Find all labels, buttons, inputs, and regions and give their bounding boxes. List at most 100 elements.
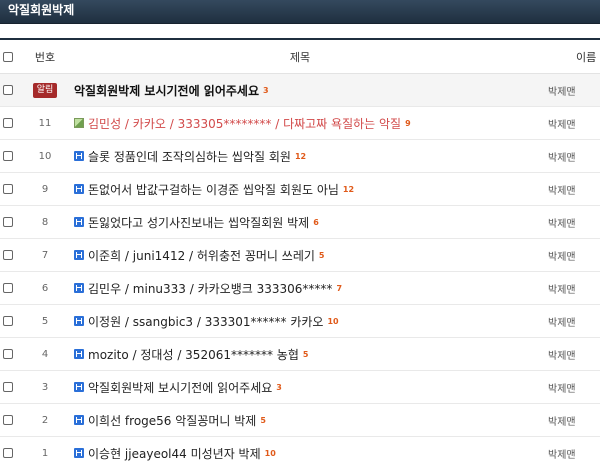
row-checkbox[interactable] — [3, 448, 13, 458]
post-title-link[interactable]: 이정원 / ssangbic3 / 333301****** 카카오 10 — [74, 305, 339, 337]
row-number: 1 — [41, 447, 49, 459]
post-title[interactable]: 돈없어서 밥값구걸하는 이경준 씹악질 회원도 아님 — [88, 181, 339, 198]
row-number: 8 — [41, 216, 49, 228]
post-author[interactable]: 박제맨 — [548, 305, 600, 337]
document-icon — [74, 382, 84, 392]
notice-badge: 알림 — [32, 82, 58, 98]
document-icon — [74, 349, 84, 359]
post-title[interactable]: 김민우 / minu333 / 카카오뱅크 333306***** — [88, 280, 332, 297]
table-row[interactable]: 7 이준희 / juni1412 / 허위충전 꽁머니 쓰레기 5 박제맨 — [0, 239, 600, 272]
row-number: 2 — [41, 414, 49, 426]
post-author[interactable]: 박제맨 — [548, 173, 600, 205]
post-title-link[interactable]: 돈잃었다고 성기사진보내는 씹악질회원 박제 6 — [74, 206, 319, 238]
post-title[interactable]: 이준희 / juni1412 / 허위충전 꽁머니 쓰레기 — [88, 247, 315, 264]
post-author[interactable]: 박제맨 — [548, 206, 600, 238]
row-checkbox[interactable] — [3, 415, 13, 425]
post-title-link[interactable]: 김민우 / minu333 / 카카오뱅크 333306***** 7 — [74, 272, 342, 304]
row-number: 7 — [41, 249, 49, 261]
document-icon — [74, 217, 84, 227]
row-checkbox[interactable] — [3, 217, 13, 227]
comment-count: 5 — [318, 250, 325, 260]
post-title-link[interactable]: 돈없어서 밥값구걸하는 이경준 씹악질 회원도 아님 12 — [74, 173, 354, 205]
column-author-header: 이름 — [576, 50, 597, 64]
table-row[interactable]: 2 이희선 froge56 악질꽁머니 박제 5 박제맨 — [0, 404, 600, 437]
comment-count: 3 — [276, 382, 282, 392]
table-row[interactable]: 5 이정원 / ssangbic3 / 333301****** 카카오 10 박… — [0, 305, 600, 338]
row-number: 6 — [41, 282, 49, 294]
comment-count: 10 — [264, 448, 276, 458]
comment-count: 7 — [336, 283, 343, 293]
comment-count: 9 — [405, 118, 411, 128]
table-row[interactable]: 8 돈잃었다고 성기사진보내는 씹악질회원 박제 6 박제맨 — [0, 206, 600, 239]
row-number: 4 — [41, 348, 49, 360]
post-title-link[interactable]: mozito / 정대성 / 352061******* 농협 5 — [74, 338, 308, 370]
post-title-link[interactable]: 김민성 / 카카오 / 333305******** / 다짜고짜 욕질하는 악… — [74, 107, 411, 139]
document-icon — [74, 184, 84, 194]
board-header: 악질회원박제 — [0, 0, 600, 24]
row-number: 알림 — [26, 74, 64, 106]
column-title-header: 제목 — [289, 50, 311, 64]
post-title-link[interactable]: 이희선 froge56 악질꽁머니 박제 5 — [74, 404, 266, 436]
post-title[interactable]: 이정원 / ssangbic3 / 333301****** 카카오 — [88, 313, 323, 330]
post-title[interactable]: mozito / 정대성 / 352061******* 농협 — [88, 346, 299, 363]
post-title-link[interactable]: 악질회원박제 보시기전에 읽어주세요 3 — [74, 74, 269, 106]
row-checkbox[interactable] — [3, 382, 13, 392]
table-row[interactable]: 알림 악질회원박제 보시기전에 읽어주세요 3 박제맨 — [0, 74, 600, 107]
post-author[interactable]: 박제맨 — [548, 371, 600, 403]
post-title[interactable]: 돈잃었다고 성기사진보내는 씹악질회원 박제 — [88, 214, 309, 231]
row-checkbox[interactable] — [3, 250, 13, 260]
image-post-icon — [74, 118, 84, 128]
row-number: 9 — [41, 183, 49, 195]
comment-count: 12 — [294, 151, 307, 161]
post-author[interactable]: 박제맨 — [548, 437, 600, 468]
row-checkbox[interactable] — [3, 184, 13, 194]
post-title-link[interactable]: 악질회원박제 보시기전에 읽어주세요 3 — [74, 371, 282, 403]
post-author[interactable]: 박제맨 — [548, 239, 600, 271]
post-author[interactable]: 박제맨 — [548, 404, 600, 436]
board-title: 악질회원박제 — [8, 3, 75, 17]
comment-count: 5 — [260, 415, 266, 425]
table-row[interactable]: 10 슬롯 정품인데 조작의심하는 씹악질 회원 12 박제맨 — [0, 140, 600, 173]
table-row[interactable]: 11 김민성 / 카카오 / 333305******** / 다짜고짜 욕질하… — [0, 107, 600, 140]
document-icon — [74, 250, 84, 260]
comment-count: 5 — [302, 349, 309, 359]
row-checkbox[interactable] — [3, 151, 13, 161]
post-author[interactable]: 박제맨 — [548, 107, 600, 139]
post-title-link[interactable]: 이준희 / juni1412 / 허위충전 꽁머니 쓰레기 5 — [74, 239, 325, 271]
post-author[interactable]: 박제맨 — [548, 140, 600, 172]
document-icon — [74, 448, 84, 458]
comment-count: 3 — [263, 85, 269, 95]
row-checkbox[interactable] — [3, 349, 13, 359]
row-number: 11 — [38, 117, 52, 129]
post-title-link[interactable]: 슬롯 정품인데 조작의심하는 씹악질 회원 12 — [74, 140, 306, 172]
post-author[interactable]: 박제맨 — [548, 272, 600, 304]
post-title[interactable]: 김민성 / 카카오 / 333305******** / 다짜고짜 욕질하는 악… — [88, 115, 401, 132]
post-title-link[interactable]: 이승현 jjeayeol44 미성년자 박제 10 — [74, 437, 276, 468]
comment-count: 6 — [313, 217, 319, 227]
row-checkbox[interactable] — [3, 85, 13, 95]
post-title[interactable]: 악질회원박제 보시기전에 읽어주세요 — [74, 82, 259, 99]
table-row[interactable]: 9 돈없어서 밥값구걸하는 이경준 씹악질 회원도 아님 12 박제맨 — [0, 173, 600, 206]
row-number: 5 — [41, 315, 49, 327]
post-title[interactable]: 이승현 jjeayeol44 미성년자 박제 — [88, 445, 261, 462]
post-author[interactable]: 박제맨 — [548, 74, 600, 106]
post-title[interactable]: 악질회원박제 보시기전에 읽어주세요 — [88, 379, 272, 396]
table-row[interactable]: 4 mozito / 정대성 / 352061******* 농협 5 박제맨 — [0, 338, 600, 371]
row-number: 3 — [41, 381, 49, 393]
table-row[interactable]: 1 이승현 jjeayeol44 미성년자 박제 10 박제맨 — [0, 437, 600, 468]
row-checkbox[interactable] — [3, 283, 13, 293]
post-author[interactable]: 박제맨 — [548, 338, 600, 370]
row-checkbox[interactable] — [3, 118, 13, 128]
comment-count: 10 — [327, 316, 339, 326]
document-icon — [74, 415, 84, 425]
row-checkbox[interactable] — [3, 316, 13, 326]
document-icon — [74, 316, 84, 326]
post-table: 번호 제목 이름 알림 악질회원박제 보시기전에 읽어주세요 3 박제맨 11 김… — [0, 38, 600, 468]
table-row[interactable]: 3 악질회원박제 보시기전에 읽어주세요 3 박제맨 — [0, 371, 600, 404]
table-row[interactable]: 6 김민우 / minu333 / 카카오뱅크 333306***** 7 박제맨 — [0, 272, 600, 305]
post-title[interactable]: 슬롯 정품인데 조작의심하는 씹악질 회원 — [88, 148, 291, 165]
table-header: 번호 제목 이름 — [0, 38, 600, 74]
row-number: 10 — [38, 150, 52, 162]
post-title[interactable]: 이희선 froge56 악질꽁머니 박제 — [88, 412, 256, 429]
document-icon — [74, 151, 84, 161]
